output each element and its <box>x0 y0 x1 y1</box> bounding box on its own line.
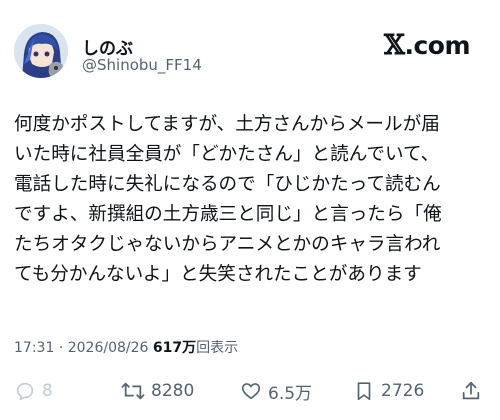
share-button[interactable] <box>460 376 482 406</box>
like-button[interactable]: 6.5万 <box>240 376 312 406</box>
post-meta: 17:31 · 2026/08/26 617万回表示 <box>14 337 238 357</box>
post-line: 電話した時に失礼になるので「ひじかたって読むん <box>14 174 441 195</box>
post-line: たちオタクじゃないからアニメとかのキャラ言われ <box>14 234 441 255</box>
post-text: 何度かポストしてますが、土方さんからメールが届 いた時に社員全員が「どかたさん」… <box>14 110 486 290</box>
bookmark-button[interactable]: 2726 <box>353 376 424 406</box>
repost-icon <box>121 382 145 400</box>
post-line: ても分かんないよ」と失笑されたことがあります <box>14 264 422 285</box>
avatar-illustration <box>14 24 68 78</box>
reply-count: 8 <box>42 381 53 401</box>
x-logo-mark: 𝕏 <box>384 30 405 61</box>
post-line: ですよ、新撰組の土方歳三と同じ」と言ったら「俺 <box>14 204 442 225</box>
post-line: いた時に社員全員が「どかたさん」と読んでいて、 <box>14 144 440 165</box>
reply-icon <box>16 382 34 401</box>
like-count: 6.5万 <box>268 383 313 404</box>
x-logo-suffix: .com <box>404 31 470 60</box>
post-line: 何度かポストしてますが、土方さんからメールが届 <box>14 114 440 135</box>
reply-button[interactable]: 8 <box>14 376 53 406</box>
views-count: 617万 <box>152 340 197 356</box>
meta-separator: · <box>54 340 68 356</box>
x-logo: 𝕏.com <box>384 30 470 61</box>
bookmark-count: 2726 <box>381 381 425 401</box>
like-icon <box>241 383 261 400</box>
views-label: 回表示 <box>196 340 239 356</box>
post-time[interactable]: 17:31 <box>14 340 54 356</box>
repost-button[interactable]: 8280 <box>121 376 194 406</box>
share-icon <box>462 381 480 400</box>
bookmark-icon <box>357 382 371 401</box>
author-handle[interactable]: @Shinobu_FF14 <box>82 56 202 74</box>
avatar[interactable] <box>14 24 68 78</box>
post-date[interactable]: 2026/08/26 <box>68 340 149 356</box>
action-bar: 8 8280 6.5万 2726 <box>0 376 500 406</box>
repost-count: 8280 <box>151 381 195 401</box>
